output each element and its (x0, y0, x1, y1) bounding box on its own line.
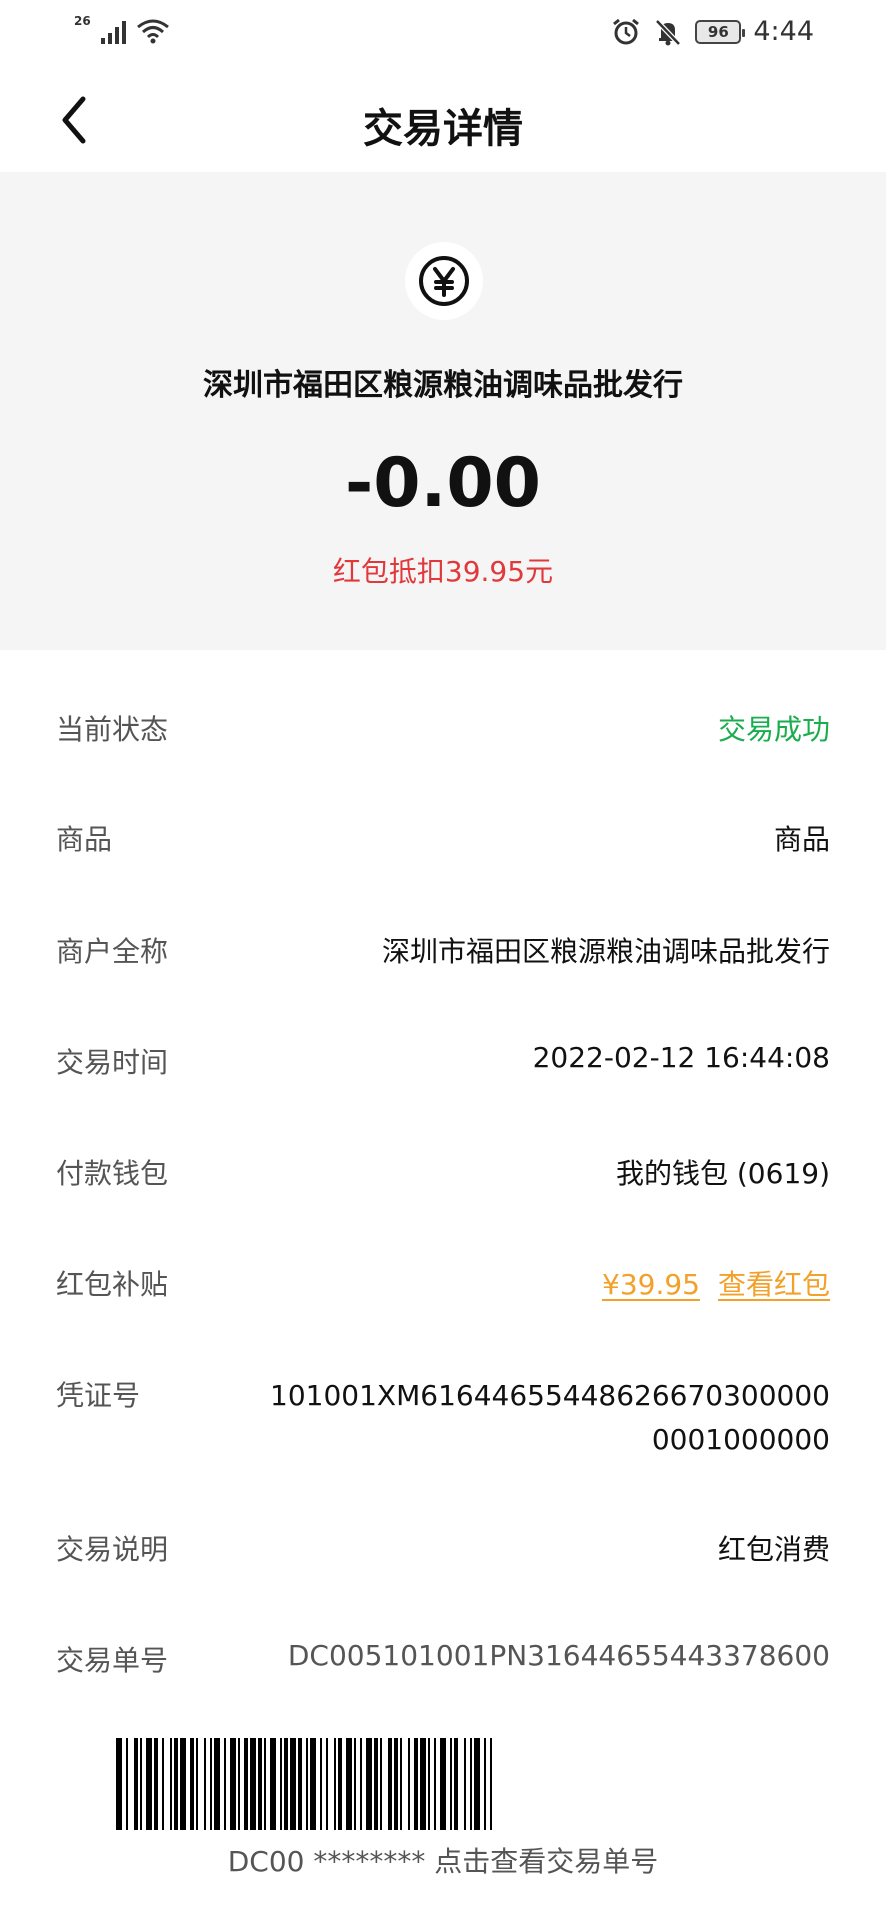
detail-label: 商户全称 (56, 935, 169, 968)
status-right: 96 4:44 (611, 16, 814, 47)
detail-label: 红包补贴 (56, 1268, 169, 1301)
detail-label: 付款钱包 (56, 1157, 169, 1190)
detail-label: 当前状态 (56, 713, 169, 746)
red-packet-subsidy: ¥39.95 查看红包 (602, 1263, 830, 1303)
order-number: DC005101001PN31644655443378600 (287, 1639, 830, 1672)
detail-label: 交易时间 (56, 1046, 169, 1079)
transaction-time: 2022-02-12 16:44:08 (532, 1041, 830, 1074)
transaction-amount: -0.00 (345, 444, 541, 523)
yuan-coin-icon (419, 256, 469, 306)
voucher-number: 101001XM61644655448626670300000 00010000… (270, 1379, 830, 1456)
navigation-bar: 交易详情 (0, 68, 886, 172)
product-value: 商品 (773, 823, 830, 856)
page-title: 交易详情 (363, 106, 523, 152)
status-left: 26 (74, 14, 170, 44)
mute-icon (655, 18, 682, 46)
detail-label: 交易单号 (56, 1644, 169, 1677)
transaction-summary: 深圳市福田区粮源粮油调味品批发行 -0.00 红包抵扣39.95元 (0, 172, 886, 650)
merchant-full-name: 深圳市福田区粮源粮油调味品批发行 (381, 935, 830, 968)
detail-label: 商品 (56, 823, 113, 856)
red-packet-deduction: 红包抵扣39.95元 (332, 555, 554, 588)
network-type: 26 (74, 14, 91, 28)
transaction-description: 红包消费 (717, 1533, 830, 1566)
battery-indicator: 96 (695, 19, 746, 44)
status-bar: 26 96 4:44 (0, 0, 886, 68)
detail-label: 交易说明 (56, 1533, 169, 1566)
wifi-icon (136, 19, 169, 44)
detail-label: 凭证号 (56, 1379, 141, 1412)
alarm-icon (613, 18, 640, 44)
yuan-coin-badge (405, 242, 483, 320)
order-barcode[interactable] (116, 1738, 770, 1830)
status-value: 交易成功 (717, 713, 830, 746)
signal-icon (100, 20, 126, 44)
payment-wallet: 我的钱包 (0619) (615, 1157, 830, 1190)
red-packet-amount-link[interactable]: ¥39.95 (602, 1268, 700, 1301)
battery-level: 96 (707, 22, 729, 41)
merchant-name: 深圳市福田区粮源粮油调味品批发行 (203, 368, 683, 403)
view-red-packet-link[interactable]: 查看红包 (718, 1268, 830, 1301)
clock: 4:44 (753, 16, 814, 47)
barcode-caption[interactable]: DC00 ******** 点击查看交易单号 (0, 1840, 886, 1880)
